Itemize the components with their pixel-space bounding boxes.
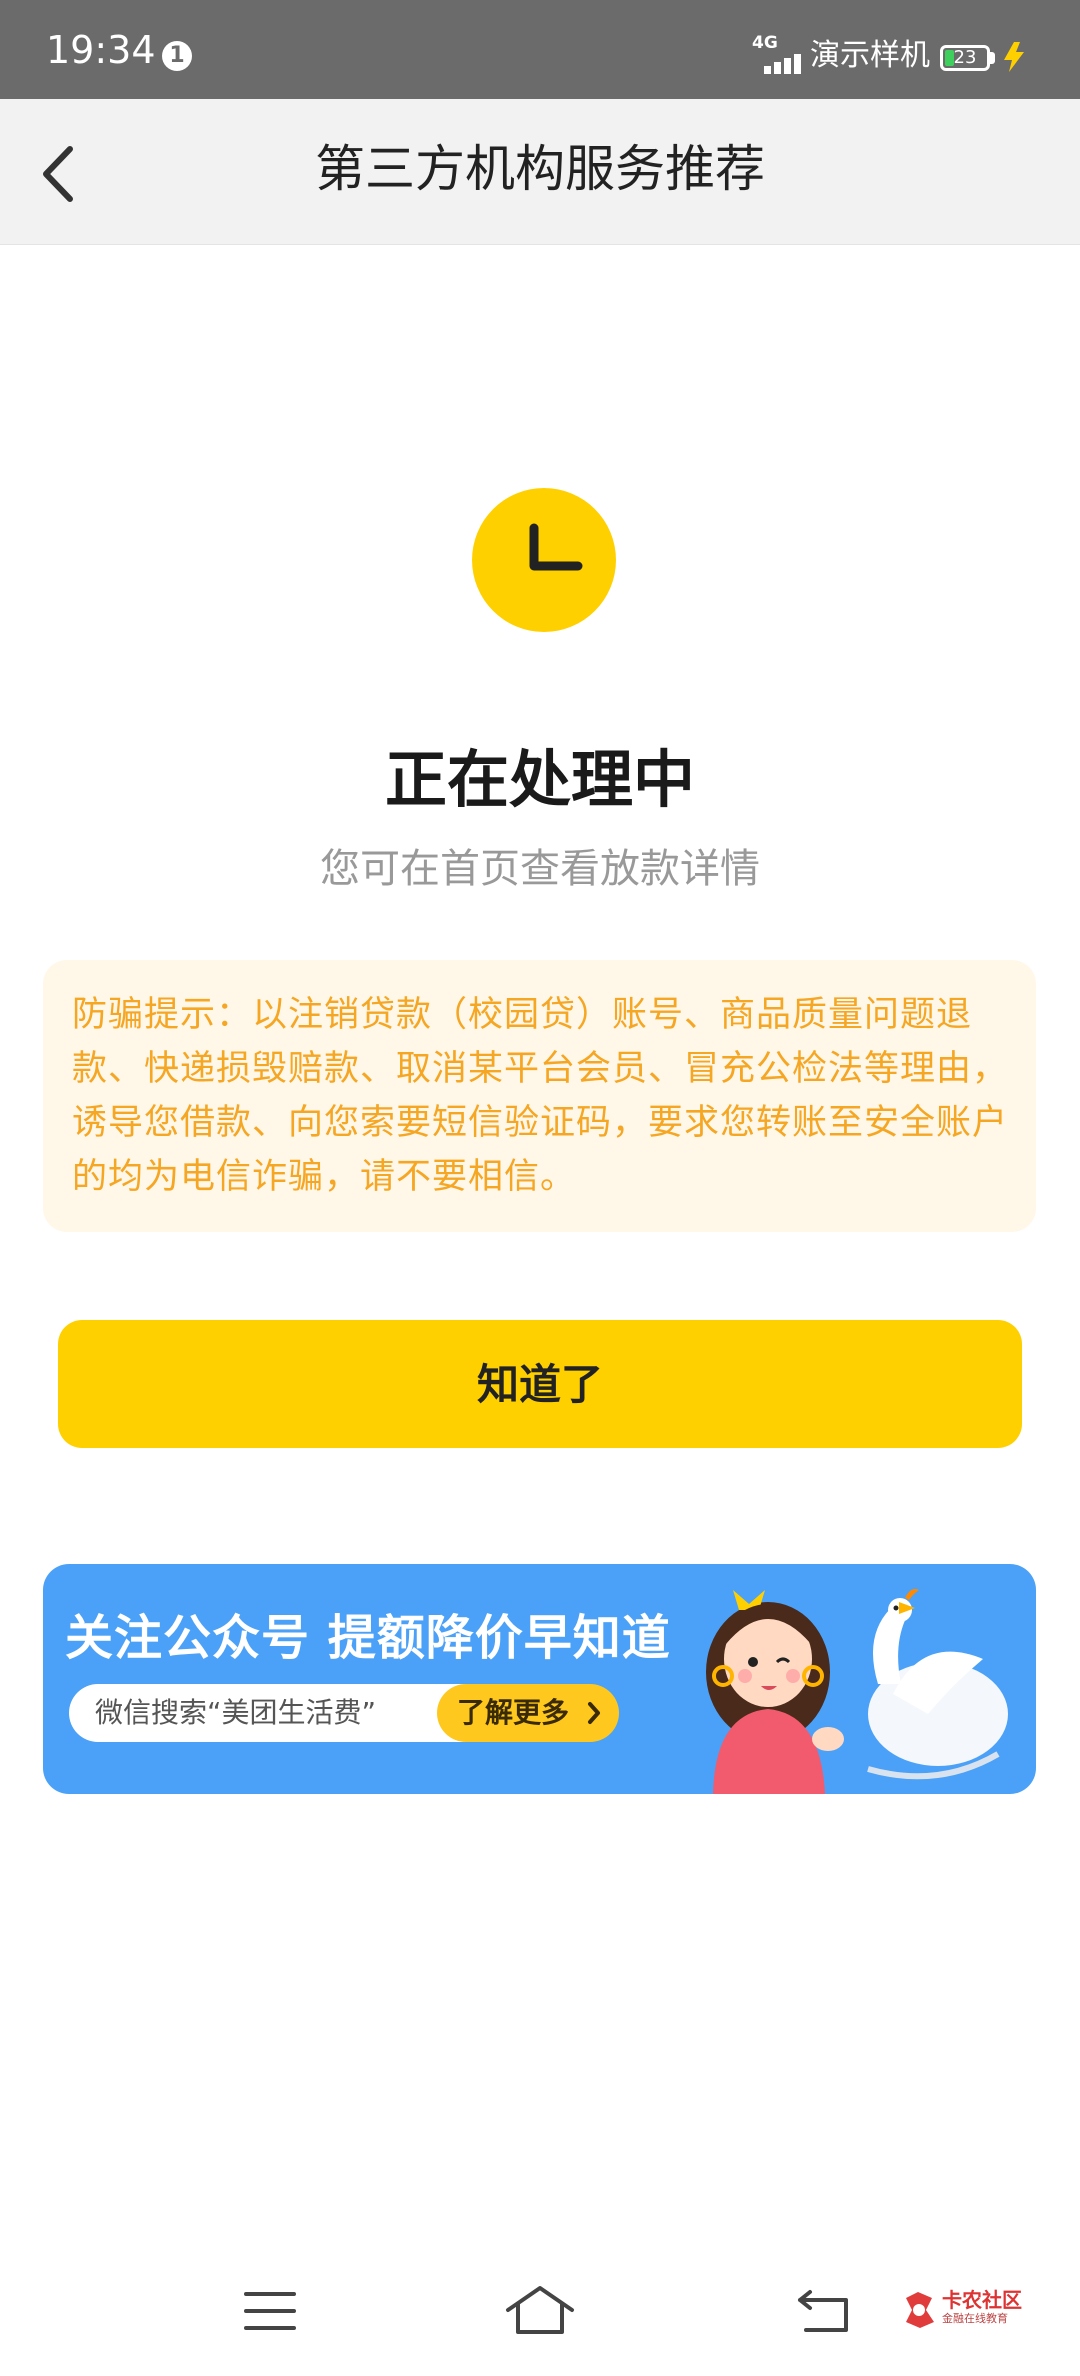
page-title: 第三方机构服务推荐 [315,140,765,198]
fraud-warning-box: 防骗提示：以注销贷款（校园贷）账号、商品质量问题退款、快递损毁赔款、取消某平台会… [43,960,1036,1232]
watermark-logo [906,2292,934,2328]
banner-search-pill: 微信搜索“美团生活费” 了解更多 [69,1684,619,1742]
charging-icon [1004,42,1024,72]
chevron-right-icon [588,1702,600,1724]
status-title: 正在处理中 [384,743,695,816]
notification-badge: 1 [162,41,192,71]
battery-level: 23 [953,47,977,68]
menu-icon[interactable] [244,2290,296,2332]
banner-search-hint: 微信搜索“美团生活费” [95,1696,377,1729]
system-nav-bar: 卡农社区 金融在线教育 [0,2270,1080,2376]
status-time: 19:34 [46,28,156,72]
network-type: 4G [752,33,778,53]
status-bar: 19:34 1 4G 演示样机 23 [0,0,1080,99]
header-bar: 第三方机构服务推荐 [0,99,1080,245]
promo-banner[interactable]: 关注公众号 提额降价早知道 微信搜索“美团生活费” 了解更多 [43,1564,1036,1794]
watermark: 卡农社区 金融在线教育 [900,2286,1060,2336]
watermark-tagline: 金融在线教育 [942,2312,1008,2325]
banner-headline: 关注公众号 提额降价早知道 [65,1610,671,1666]
home-icon[interactable] [504,2284,576,2336]
carrier-label: 演示样机 [810,38,930,73]
back-button[interactable] [22,129,112,219]
back-icon[interactable] [796,2286,852,2334]
fraud-warning-text: 防骗提示：以注销贷款（校园贷）账号、商品质量问题退款、快递损毁赔款、取消某平台会… [72,995,1009,1197]
banner-illustration [706,1589,1008,1794]
watermark-name: 卡农社区 [942,2288,1022,2312]
learn-more-button[interactable]: 了解更多 [437,1684,619,1742]
signal-icon: 4G [752,34,802,74]
confirm-button[interactable]: 知道了 [58,1320,1022,1448]
battery-icon: 23 [940,45,990,71]
learn-more-label: 了解更多 [457,1696,570,1729]
battery-tip [990,52,995,64]
clock-icon [472,488,616,632]
status-subtitle: 您可在首页查看放款详情 [320,846,760,892]
